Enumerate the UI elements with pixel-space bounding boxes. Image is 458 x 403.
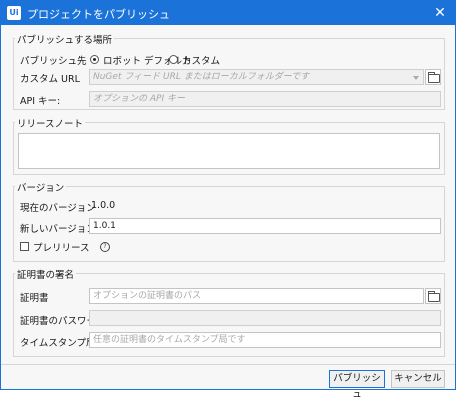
custom-label[interactable]: カスタム [182, 53, 220, 67]
prerelease-checkbox[interactable] [20, 242, 29, 251]
chevron-down-icon [413, 76, 419, 80]
custom-radio[interactable] [169, 55, 178, 64]
release-notes-textarea[interactable] [18, 133, 440, 169]
certificate-signing-legend: 証明書の署名 [15, 267, 77, 281]
cancel-button[interactable]: キャンセル [391, 370, 445, 388]
version-group: バージョン 現在のバージョン 1.0.0 新しいバージョン 1.0.1 プレリリ… [13, 180, 445, 262]
folder-icon [428, 72, 440, 83]
certificate-password-field[interactable] [89, 310, 441, 326]
prerelease-label[interactable]: プレリリース [33, 240, 90, 254]
close-icon[interactable]: ✕ [431, 4, 449, 22]
release-notes-legend: リリースノート [15, 116, 86, 130]
custom-url-placeholder: NuGet フィード URL またはローカルフォルダーです [93, 72, 310, 82]
robot-default-radio[interactable] [90, 55, 99, 64]
timestamp-placeholder: 任意の証明書のタイムスタンプ局です [93, 335, 246, 345]
current-version-value: 1.0.0 [91, 200, 116, 211]
api-key-field[interactable]: オプションの API キー [89, 91, 441, 107]
certificate-path-field[interactable]: オプションの証明書のパス [89, 288, 424, 304]
custom-url-label: カスタム URL [20, 74, 80, 85]
certificate-placeholder: オプションの証明書のパス [93, 291, 202, 301]
publish-location-legend: パブリッシュする場所 [15, 32, 115, 46]
current-version-label: 現在のバージョン [20, 203, 96, 214]
custom-url-browse-button[interactable] [425, 69, 441, 85]
new-version-field[interactable]: 1.0.1 [89, 218, 441, 234]
folder-icon [428, 291, 440, 302]
certificate-browse-button[interactable] [425, 288, 441, 304]
timestamp-authority-label: タイムスタンプ局 [20, 338, 96, 349]
uipath-logo-icon: Ui [7, 6, 21, 20]
release-notes-group: リリースノート [13, 116, 445, 175]
api-key-placeholder: オプションの API キー [93, 94, 185, 104]
certificate-signing-group: 証明書の署名 証明書 オプションの証明書のパス 証明書のパスワード タイムスタン… [13, 267, 445, 357]
certificate-label: 証明書 [20, 293, 49, 304]
help-icon[interactable]: ? [100, 242, 110, 252]
version-legend: バージョン [15, 180, 67, 194]
publish-location-group: パブリッシュする場所 パブリッシュ先 ロボット デフォルト カスタム カスタム … [13, 32, 445, 110]
publish-button[interactable]: パブリッシュ [329, 370, 385, 400]
api-key-label: API キー: [20, 96, 61, 107]
title-bar: Ui プロジェクトをパブリッシュ ✕ [1, 1, 455, 25]
dialog-footer: パブリッシュ キャンセル [1, 364, 455, 400]
timestamp-authority-field[interactable]: 任意の証明書のタイムスタンプ局です [89, 332, 441, 348]
robot-default-label[interactable]: ロボット デフォルト [103, 53, 192, 67]
publish-to-label: パブリッシュ先 [20, 56, 87, 67]
new-version-label: 新しいバージョン [20, 224, 96, 235]
custom-url-dropdown[interactable]: NuGet フィード URL またはローカルフォルダーです [89, 69, 424, 85]
dialog-title: プロジェクトをパブリッシュ [27, 8, 170, 21]
publish-dialog: Ui プロジェクトをパブリッシュ ✕ パブリッシュする場所 パブリッシュ先 ロボ… [0, 0, 456, 400]
